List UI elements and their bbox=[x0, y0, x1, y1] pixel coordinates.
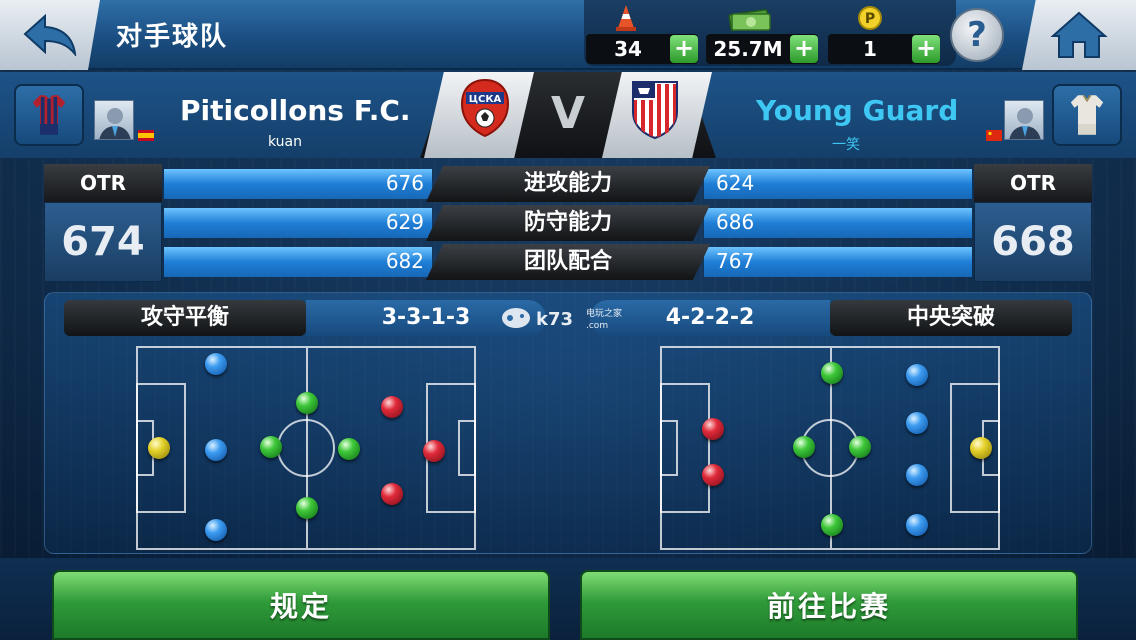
player-marker[interactable] bbox=[205, 439, 227, 461]
player-marker[interactable] bbox=[821, 362, 843, 384]
home-tactic-style: 攻守平衡 bbox=[64, 300, 306, 336]
player-marker[interactable] bbox=[906, 514, 928, 536]
watermark-logo: k73 电玩之家 .com bbox=[500, 304, 650, 332]
cska-crest-icon: ЦСКА bbox=[460, 78, 510, 138]
player-marker[interactable] bbox=[148, 437, 170, 459]
player-marker[interactable] bbox=[296, 392, 318, 414]
away-otr-value: 668 bbox=[974, 202, 1092, 282]
player-marker[interactable] bbox=[906, 464, 928, 486]
spain-flag-icon bbox=[138, 130, 154, 141]
svg-text:电玩之家: 电玩之家 bbox=[586, 307, 622, 319]
china-flag-icon bbox=[986, 130, 1002, 141]
cone-value: 34 bbox=[614, 37, 642, 61]
away-team-name: Young Guard bbox=[756, 94, 959, 127]
teamwork-label: 团队配合 bbox=[426, 244, 710, 280]
home-manager-name: kuan bbox=[268, 134, 303, 150]
home-icon bbox=[1050, 11, 1108, 58]
home-otr-box: OTR 674 bbox=[44, 164, 162, 282]
defense-label: 防守能力 bbox=[426, 205, 710, 241]
player-marker[interactable] bbox=[423, 440, 445, 462]
svg-text:ЦСКА: ЦСКА bbox=[469, 94, 502, 105]
coin-p-icon: P bbox=[858, 6, 882, 30]
player-marker[interactable] bbox=[821, 514, 843, 536]
help-button[interactable]: ? bbox=[950, 8, 1004, 62]
add-money-button[interactable]: + bbox=[790, 35, 818, 63]
home-button[interactable] bbox=[1022, 0, 1136, 70]
away-teamwork-value: 767 bbox=[716, 249, 755, 273]
stat-row-defense: 629 防守能力 686 bbox=[164, 205, 972, 241]
svg-text:k73: k73 bbox=[536, 309, 573, 330]
home-pitch bbox=[136, 346, 476, 550]
home-teamwork-value: 682 bbox=[385, 249, 424, 273]
player-marker[interactable] bbox=[381, 396, 403, 418]
add-points-button[interactable]: + bbox=[912, 35, 940, 63]
away-manager-avatar bbox=[1004, 100, 1044, 140]
home-defense-value: 629 bbox=[385, 210, 424, 234]
add-cone-button[interactable]: + bbox=[670, 35, 698, 63]
stat-row-teamwork: 682 团队配合 767 bbox=[164, 244, 972, 280]
points-resource: 1 + bbox=[828, 34, 940, 64]
away-kit-button[interactable] bbox=[1052, 84, 1122, 146]
home-attack-value: 676 bbox=[385, 171, 424, 195]
away-tactic-style: 中央突破 bbox=[830, 300, 1072, 336]
away-manager-name: 一笑 bbox=[832, 137, 860, 153]
away-otr-label: OTR bbox=[974, 164, 1092, 202]
money-value: 25.7M bbox=[713, 37, 783, 61]
player-marker[interactable] bbox=[296, 497, 318, 519]
home-kit-icon bbox=[32, 95, 66, 135]
svg-text:P: P bbox=[865, 11, 875, 27]
atletico-crest-icon bbox=[632, 81, 678, 140]
page-title: 对手球队 bbox=[116, 22, 229, 52]
player-marker[interactable] bbox=[906, 364, 928, 386]
away-defense-value: 686 bbox=[716, 210, 755, 234]
home-manager-avatar bbox=[94, 100, 134, 140]
player-marker[interactable] bbox=[205, 353, 227, 375]
away-attack-value: 624 bbox=[716, 171, 755, 195]
player-marker[interactable] bbox=[381, 483, 403, 505]
home-kit-button[interactable] bbox=[14, 84, 84, 146]
away-pitch bbox=[660, 346, 1000, 550]
points-value: 1 bbox=[863, 37, 877, 61]
home-otr-label: OTR bbox=[44, 164, 162, 202]
back-button[interactable] bbox=[0, 0, 100, 70]
stat-row-attack: 676 进攻能力 624 bbox=[164, 166, 972, 202]
money-resource: 25.7M + bbox=[706, 34, 818, 64]
money-icon bbox=[728, 9, 771, 32]
svg-text:.com: .com bbox=[586, 321, 608, 331]
player-marker[interactable] bbox=[906, 412, 928, 434]
player-marker[interactable] bbox=[702, 464, 724, 486]
stats-panel: OTR 674 OTR 668 676 进攻能力 624 629 防守能力 68… bbox=[44, 164, 1092, 282]
manager-silhouette-icon bbox=[1009, 108, 1041, 139]
away-kit-icon bbox=[1070, 94, 1104, 135]
player-marker[interactable] bbox=[338, 438, 360, 460]
gamepad-logo-icon: k73 电玩之家 .com bbox=[502, 307, 622, 331]
home-team-name: Piticollons F.C. bbox=[180, 94, 411, 127]
home-otr-value: 674 bbox=[44, 202, 162, 282]
go-to-match-button[interactable]: 前往比赛 bbox=[580, 570, 1078, 640]
away-otr-box: OTR 668 bbox=[974, 164, 1092, 282]
manager-silhouette-icon bbox=[99, 108, 131, 139]
cone-icon bbox=[616, 5, 636, 31]
player-marker[interactable] bbox=[970, 437, 992, 459]
player-marker[interactable] bbox=[260, 436, 282, 458]
player-marker[interactable] bbox=[793, 436, 815, 458]
player-marker[interactable] bbox=[702, 418, 724, 440]
back-arrow-icon bbox=[23, 14, 77, 56]
cone-resource: 34 + bbox=[586, 34, 698, 64]
vs-label: V bbox=[550, 88, 586, 139]
attack-label: 进攻能力 bbox=[426, 166, 710, 202]
rules-button[interactable]: 规定 bbox=[52, 570, 550, 640]
player-marker[interactable] bbox=[205, 519, 227, 541]
player-marker[interactable] bbox=[849, 436, 871, 458]
